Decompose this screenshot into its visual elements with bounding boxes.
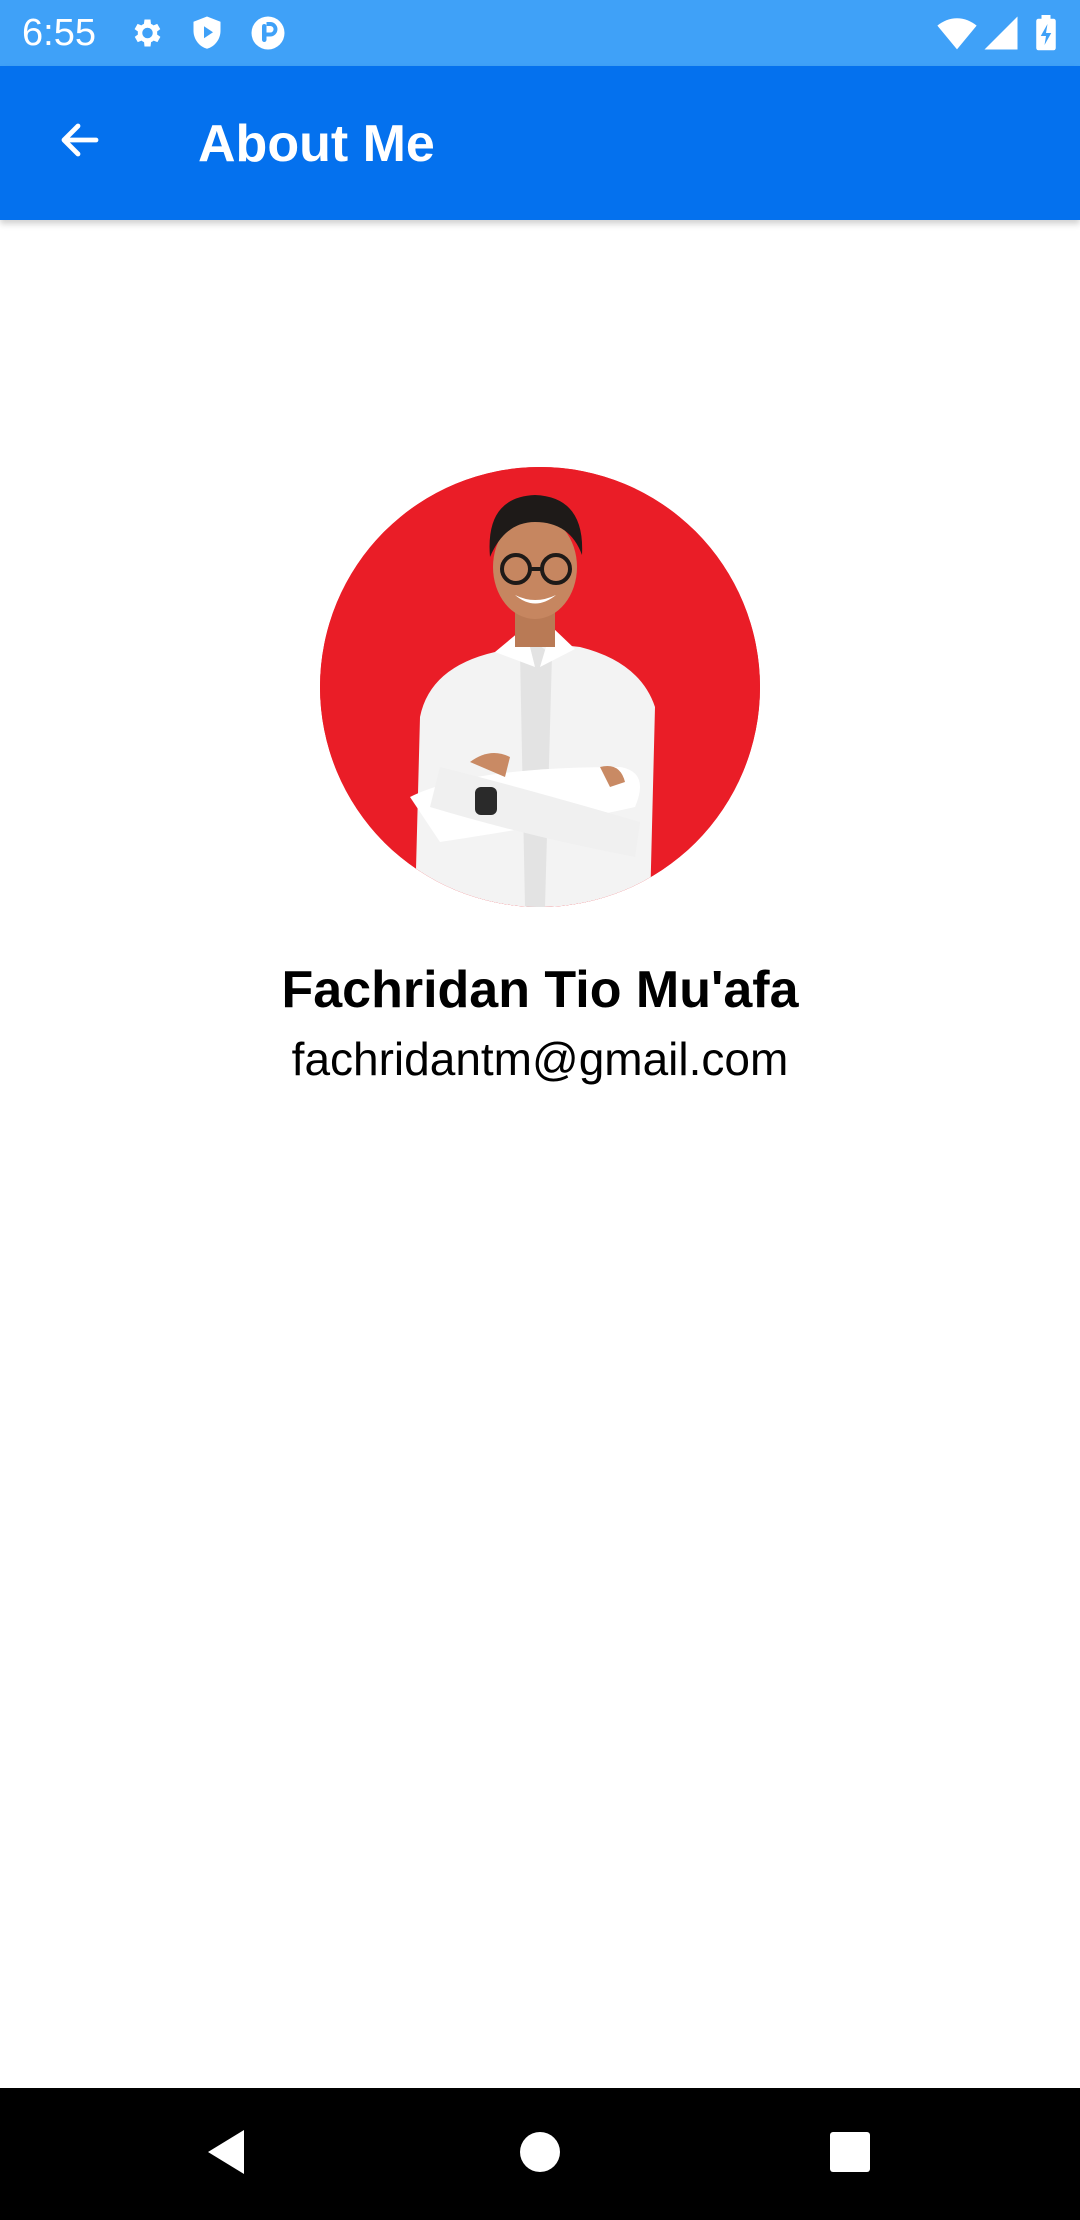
recents-square-icon [829, 2131, 871, 2178]
profile-email: fachridantm@gmail.com [291, 1033, 789, 1085]
home-circle-icon [519, 2131, 561, 2178]
settings-gear-icon [128, 15, 164, 51]
system-nav-bar [0, 2088, 1080, 2220]
nav-home-button[interactable] [500, 2114, 580, 2194]
pinterest-style-icon [250, 15, 286, 51]
page-title: About Me [198, 115, 435, 173]
profile-name: Fachridan Tio Mu'afa [281, 961, 799, 1019]
nav-back-button[interactable] [186, 2114, 266, 2194]
battery-charging-icon [1034, 15, 1058, 51]
status-bar: 6:55 [0, 0, 1080, 66]
app-bar: About Me [0, 66, 1080, 220]
back-button[interactable] [40, 102, 120, 182]
avatar [320, 467, 760, 907]
status-time: 6:55 [22, 12, 96, 54]
wifi-icon [937, 15, 977, 51]
arrow-left-icon [56, 116, 104, 169]
profile-photo [320, 467, 760, 907]
nav-recents-button[interactable] [810, 2114, 890, 2194]
cell-signal-icon [983, 15, 1019, 51]
about-me-screen: 6:55 About Me Fachridan Tio Mu'afa fachr… [0, 0, 1080, 2220]
shield-play-icon [189, 15, 225, 51]
back-triangle-icon [204, 2128, 248, 2181]
